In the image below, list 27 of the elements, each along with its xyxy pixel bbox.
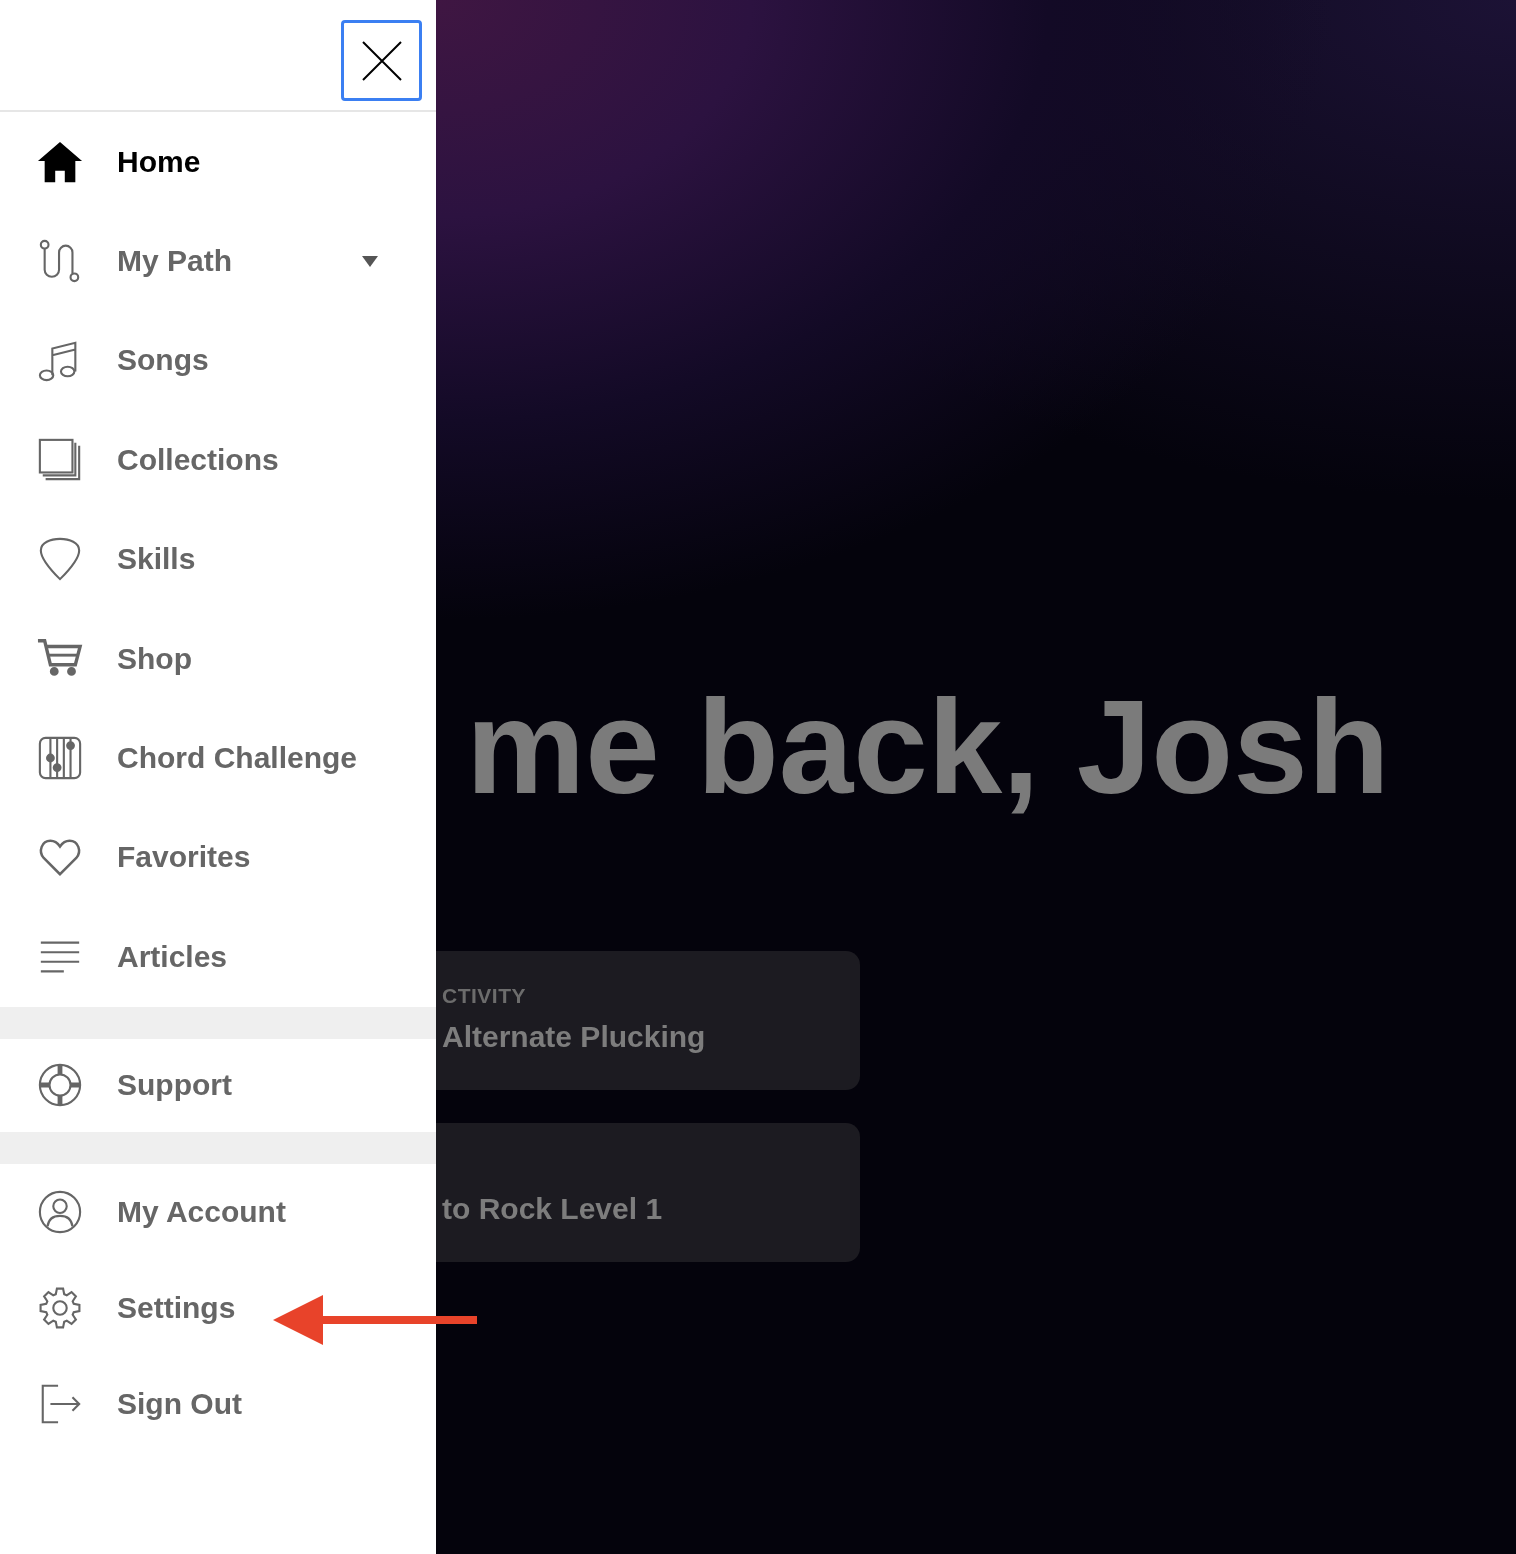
nav-item[interactable]: Sign Out — [0, 1355, 436, 1452]
close-icon — [361, 40, 402, 81]
nav-item[interactable]: Chord Challenge — [0, 708, 436, 808]
guitar-pick-icon — [37, 536, 83, 583]
nav-item[interactable]: Settings — [0, 1259, 436, 1356]
lifebuoy-icon — [37, 1062, 83, 1108]
nav-item[interactable]: Favorites — [0, 807, 436, 908]
nav-item[interactable]: Support — [0, 1038, 436, 1132]
nav-item[interactable]: Skills — [0, 509, 436, 609]
nav-item[interactable]: Home — [0, 112, 436, 212]
activity-card[interactable]: CTIVITY Alternate Plucking — [436, 951, 860, 1090]
nav-item[interactable]: Songs — [0, 310, 436, 411]
card-label: CTIVITY — [442, 985, 526, 1007]
user-icon — [37, 1188, 83, 1235]
close-button[interactable] — [341, 20, 422, 101]
caret-icon — [362, 255, 378, 267]
chord-grid-icon — [37, 735, 83, 782]
nav-item[interactable]: Collections — [0, 410, 436, 510]
greeting-heading: me back, Josh — [466, 680, 1390, 814]
nav-item[interactable]: My Path — [0, 211, 436, 311]
stacked-squares-icon — [37, 436, 83, 483]
nav-item[interactable]: Shop — [0, 608, 436, 709]
activity-card[interactable]: to Rock Level 1 — [436, 1123, 860, 1262]
card-title: to Rock Level 1 — [442, 1191, 663, 1227]
nav-item[interactable]: Articles — [0, 907, 436, 1007]
nav-item[interactable]: My Account — [0, 1163, 436, 1260]
card-title: Alternate Plucking — [442, 1019, 706, 1055]
